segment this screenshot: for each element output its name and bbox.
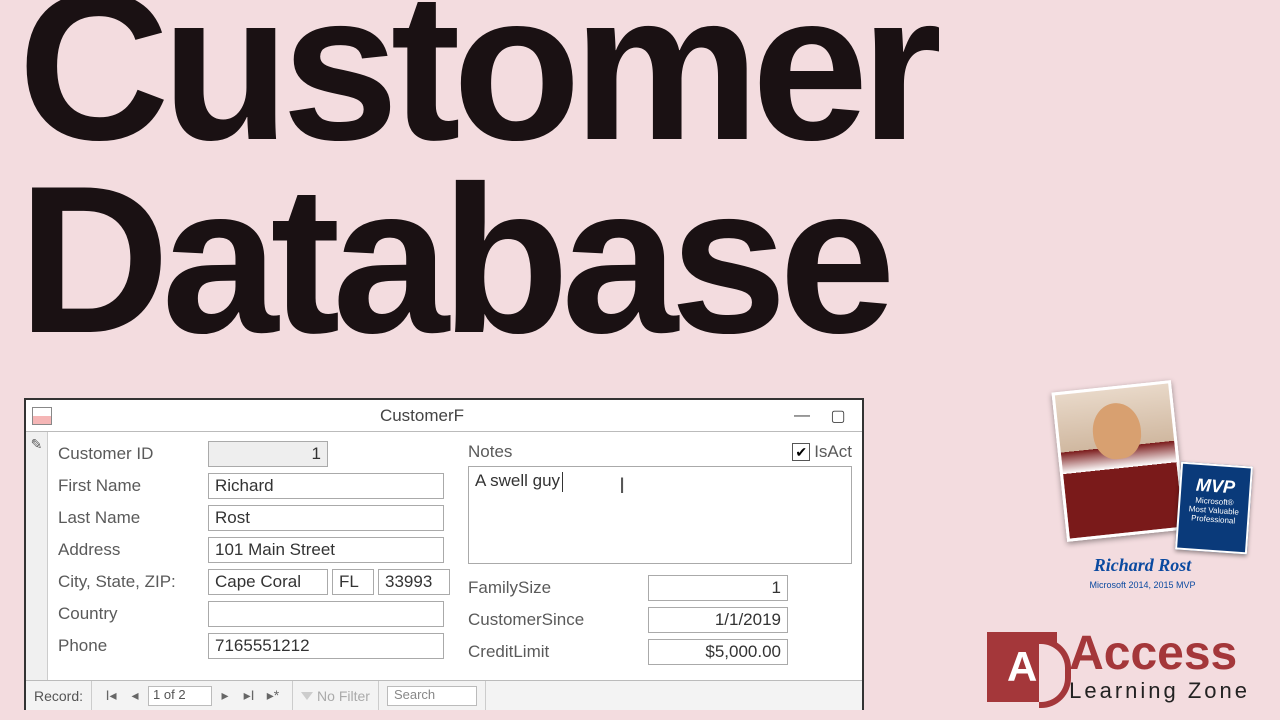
brand-line2: Learning Zone [1069,678,1250,704]
first-name-field[interactable]: Richard [208,473,444,499]
record-navigator: Record: I◂ ◂ 1 of 2 ▸ ▸I ▸* No Filter Se… [26,680,862,710]
isactive-checkbox[interactable]: ✔ [792,443,810,461]
access-logo-icon: A [987,632,1057,702]
filter-indicator[interactable]: No Filter [293,681,379,710]
form-body: ✎ Customer ID 1 First Name Richard Last … [26,432,862,680]
customer-form-window: CustomerF — ▢ ✎ Customer ID 1 First Name… [24,398,864,710]
familysize-label: FamilySize [468,578,648,598]
check-icon: ✔ [795,444,807,461]
last-name-label: Last Name [58,508,208,528]
nav-position-box[interactable]: 1 of 2 [148,686,212,706]
state-field[interactable]: FL [332,569,374,595]
familysize-field[interactable]: 1 [648,575,788,601]
address-label: Address [58,540,208,560]
brand: A Access Learning Zone [987,630,1250,704]
first-name-label: First Name [58,476,208,496]
last-name-field[interactable]: Rost [208,505,444,531]
notes-label: Notes [468,442,792,462]
notes-field[interactable]: A swell guy I [468,466,852,564]
right-column: Notes ✔ IsAct A swell guy I FamilySize 1… [468,440,852,680]
titlebar: CustomerF — ▢ [26,400,862,432]
customersince-field[interactable]: 1/1/2019 [648,607,788,633]
minimize-button[interactable]: — [784,407,820,425]
record-selector[interactable]: ✎ [26,432,48,680]
country-label: Country [58,604,208,624]
phone-label: Phone [58,636,208,656]
nav-first-button[interactable]: I◂ [100,687,122,704]
ibeam-cursor-icon: I [619,473,625,499]
pencil-icon: ✎ [31,436,43,452]
creditlimit-label: CreditLimit [468,642,648,662]
author-photo [1051,380,1186,542]
author-card: MVP Microsoft® Most Valuable Professiona… [1035,386,1250,586]
csz-label: City, State, ZIP: [58,572,208,592]
nav-search-box[interactable]: Search [387,686,477,706]
isactive-label: IsAct [814,442,852,462]
customer-id-label: Customer ID [58,444,208,464]
record-label: Record: [26,681,92,710]
text-caret [562,472,563,492]
nav-next-button[interactable]: ▸ [214,687,236,704]
nav-last-button[interactable]: ▸I [238,687,260,704]
headline-line1: Customer [18,0,934,163]
funnel-icon [301,692,313,700]
country-field[interactable] [208,601,444,627]
restore-button[interactable]: ▢ [820,406,856,426]
customersince-label: CustomerSince [468,610,648,630]
headline: Customer Database [18,0,934,356]
author-name: Richard Rost [1035,555,1250,576]
window-title: CustomerF [60,406,784,426]
headline-line2: Database [18,163,934,356]
nav-new-button[interactable]: ▸* [262,687,284,704]
form-icon [32,407,52,425]
address-field[interactable]: 101 Main Street [208,537,444,563]
mvp-badge: MVP Microsoft® Most Valuable Professiona… [1175,462,1253,555]
phone-field[interactable]: 7165551212 [208,633,444,659]
zip-field[interactable]: 33993 [378,569,450,595]
access-logo-letter: A [987,632,1057,702]
brand-text: Access Learning Zone [1069,630,1250,704]
no-filter-text: No Filter [317,688,370,704]
city-field[interactable]: Cape Coral [208,569,328,595]
author-subtitle: Microsoft 2014, 2015 MVP [1035,580,1250,590]
notes-value: A swell guy [475,471,560,490]
brand-line1: Access [1069,630,1250,678]
customer-id-field[interactable]: 1 [208,441,328,467]
creditlimit-field[interactable]: $5,000.00 [648,639,788,665]
left-column: Customer ID 1 First Name Richard Last Na… [58,440,450,680]
nav-prev-button[interactable]: ◂ [124,687,146,704]
